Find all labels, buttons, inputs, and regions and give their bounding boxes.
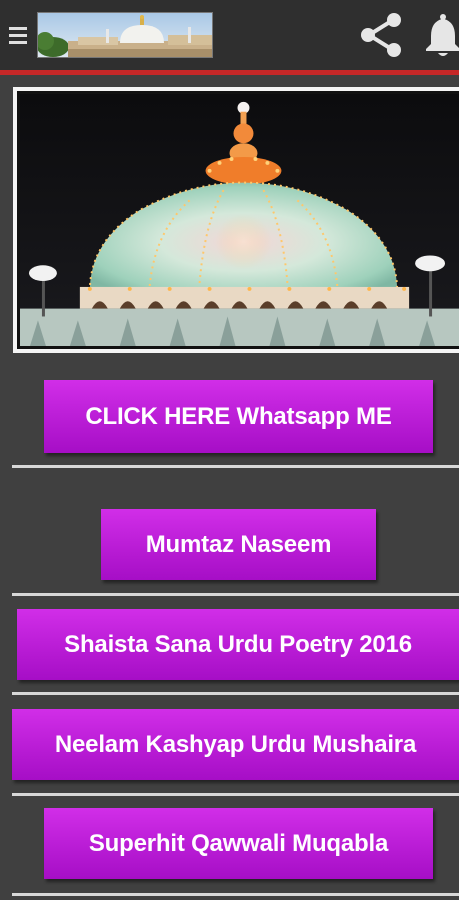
hero-image-frame: [13, 87, 459, 353]
hamburger-menu-icon[interactable]: [7, 24, 29, 46]
divider: [12, 893, 459, 896]
header-accent-line: [0, 70, 459, 75]
shrine-dome-logo: [36, 12, 213, 58]
neelam-kashyap-button[interactable]: Neelam Kashyap Urdu Mushaira: [12, 709, 459, 780]
share-icon[interactable]: [357, 10, 407, 60]
superhit-qawwali-button[interactable]: Superhit Qawwali Muqabla: [44, 808, 433, 879]
divider: [12, 465, 459, 468]
app-screen: CLICK HERE Whatsapp ME Mumtaz Naseem Sha…: [0, 0, 459, 900]
divider: [12, 692, 459, 695]
bell-icon[interactable]: [423, 12, 459, 58]
top-app-bar: [0, 0, 459, 75]
whatsapp-me-button[interactable]: CLICK HERE Whatsapp ME: [44, 380, 433, 453]
shaista-sana-button[interactable]: Shaista Sana Urdu Poetry 2016: [17, 609, 459, 680]
shrine-dome-hero-image: [17, 91, 459, 349]
divider: [12, 793, 459, 796]
divider: [12, 593, 459, 596]
mumtaz-naseem-button[interactable]: Mumtaz Naseem: [101, 509, 376, 580]
